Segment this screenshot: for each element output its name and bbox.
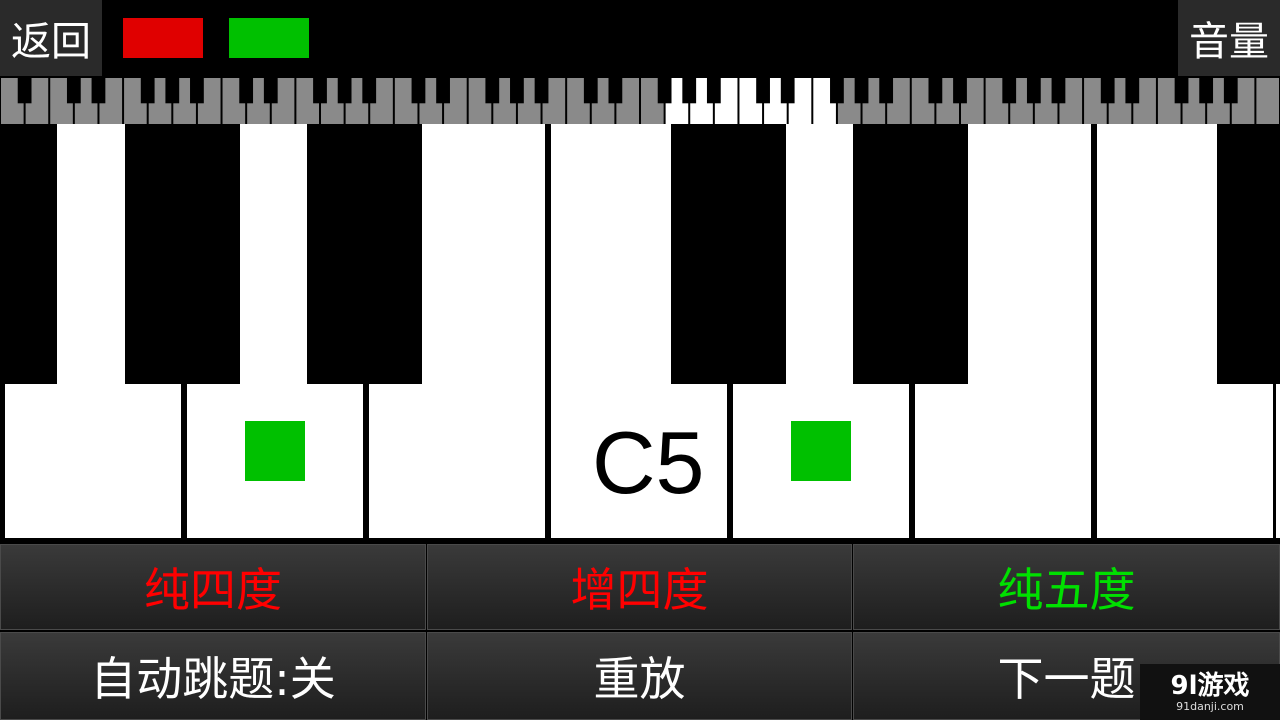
mini-black-key [1100,78,1115,104]
mini-black-key [411,78,426,104]
answer-mark-G5 [791,421,851,481]
mini-black-key [510,78,524,104]
answer-perfect-fourth-button[interactable]: 纯四度 [0,544,426,630]
mini-black-key [1199,78,1214,104]
black-key [307,124,422,384]
mini-black-key [756,78,770,104]
mini-black-key [682,78,697,104]
mini-black-key [534,78,549,104]
volume-button[interactable]: 音量 [1178,0,1280,76]
mini-black-key [436,78,450,104]
black-key [125,124,240,384]
green-status-swatch [229,18,309,58]
mini-black-key [362,78,377,104]
watermark: 9l游戏 91danji.com [1140,664,1280,720]
mini-black-key [854,78,869,104]
mini-black-key [337,78,352,104]
note-label: C5 [592,413,705,512]
mini-black-key [91,78,106,104]
mini-keyboard-overview[interactable] [0,78,1280,124]
mini-black-key [140,78,155,104]
mini-white-key [1256,78,1279,124]
answer-mark-D5 [245,421,305,481]
mini-black-key [780,78,795,104]
black-key [853,124,968,384]
mini-black-key [608,78,623,104]
mini-black-key [830,78,844,104]
mini-black-key [706,78,721,104]
answer-augmented-fourth-button[interactable]: 增四度 [427,544,852,630]
mini-black-key [1002,78,1017,104]
mini-black-key [17,78,32,104]
replay-button[interactable]: 重放 [427,632,852,720]
black-key [671,124,786,384]
red-status-swatch [123,18,203,58]
black-key [1217,124,1280,384]
mini-black-key [1125,78,1140,104]
mini-black-key [263,78,278,104]
mini-black-key [928,78,943,104]
watermark-site: 91danji.com [1176,699,1244,713]
mini-black-key [485,78,500,104]
mini-black-key [1026,78,1041,104]
top-bar: 返回 音量 [0,0,1280,76]
mini-black-key [313,78,327,104]
mini-black-key [239,78,254,104]
mini-black-key [190,78,204,104]
mini-black-key [66,78,81,104]
mini-black-key [1223,78,1238,104]
watermark-logo: 9l游戏 [1170,670,1250,701]
auto-next-toggle[interactable]: 自动跳题:关 [0,632,426,720]
mini-black-key [879,78,894,104]
mini-black-key [657,78,672,104]
mini-black-key [165,78,180,104]
answer-perfect-fifth-button[interactable]: 纯五度 [853,544,1280,630]
mini-black-key [953,78,967,104]
mini-black-key [1051,78,1066,104]
mini-black-key [583,78,598,104]
black-key [0,124,57,384]
back-button[interactable]: 返回 [0,0,102,76]
answer-panel: 纯四度 增四度 纯五度 自动跳题:关 重放 下一题 [0,544,1280,720]
mini-black-key [1174,78,1189,104]
